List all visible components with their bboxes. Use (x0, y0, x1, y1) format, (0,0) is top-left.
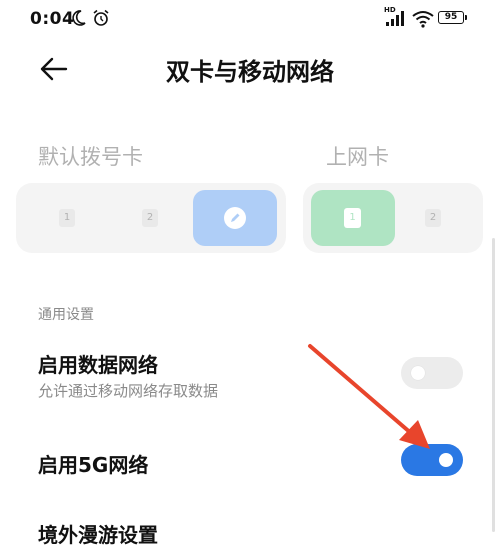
page-title: 双卡与移动网络 (166, 58, 334, 86)
enable-data-title: 启用数据网络 (38, 353, 158, 377)
default-dial-heading: 默认拨号卡 (38, 145, 143, 169)
alarm-icon (93, 9, 109, 26)
default-dial-selector[interactable]: 1 2 (16, 183, 286, 253)
general-settings-label: 通用设置 (38, 307, 94, 323)
roaming-title: 境外漫游设置 (38, 523, 158, 547)
pen-icon (224, 207, 246, 229)
enable-5g-title: 启用5G网络 (38, 453, 149, 477)
data-sim-2-option[interactable]: 2 (425, 209, 441, 227)
battery-level: 95 (438, 11, 464, 24)
status-bar: 0:04 HD 95 (0, 0, 500, 40)
status-time: 0:04 (30, 9, 75, 29)
signal-icon (386, 11, 404, 26)
moon-icon (72, 10, 86, 26)
data-sim-1-option-selected[interactable]: 1 (311, 190, 395, 246)
wifi-icon (412, 11, 434, 28)
enable-data-subtitle: 允许通过移动网络存取数据 (38, 382, 219, 400)
data-card-selector[interactable]: 1 2 (303, 183, 483, 253)
data-card-heading: 上网卡 (326, 145, 389, 169)
dial-sim-1-option[interactable]: 1 (59, 209, 75, 227)
scrollbar[interactable] (492, 238, 495, 532)
battery-icon: 95 (438, 11, 468, 26)
sim-card-icon: 1 (344, 208, 361, 228)
enable-5g-toggle[interactable] (401, 444, 463, 476)
dial-sim-2-option[interactable]: 2 (142, 209, 158, 227)
dial-ask-option-selected[interactable] (193, 190, 277, 246)
enable-data-toggle[interactable] (401, 357, 463, 389)
